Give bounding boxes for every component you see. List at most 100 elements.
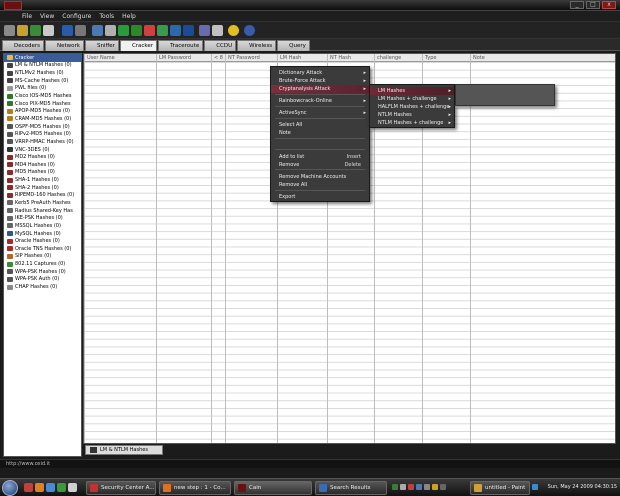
help-icon[interactable] <box>244 25 255 36</box>
open-icon[interactable] <box>4 25 15 36</box>
folder-icon[interactable] <box>17 25 28 36</box>
column-header[interactable]: LM Password <box>159 55 191 61</box>
tree-item[interactable]: WPA-PSK Auth (0) <box>4 276 81 284</box>
column-header[interactable]: Type <box>425 55 436 61</box>
menu-help[interactable]: Help <box>122 13 136 20</box>
tree-item[interactable]: CRAM-MD5 Hashes (0) <box>4 115 81 123</box>
quicklaunch-icon[interactable] <box>57 483 66 492</box>
tree-item[interactable]: VNC-3DES (0) <box>4 146 81 154</box>
tree-item[interactable]: MD4 Hashes (0) <box>4 161 81 169</box>
tab-sniffer[interactable]: Sniffer <box>84 40 119 51</box>
tree-item[interactable]: MSSQL Hashes (0) <box>4 222 81 230</box>
tree-item[interactable]: 802.11 Captures (0) <box>4 260 81 268</box>
tab-lm-ntlm-hashes[interactable]: LM & NTLM Hashes <box>85 445 163 455</box>
menu-configure[interactable]: Configure <box>62 13 91 20</box>
submenu-item[interactable]: LM Hashes + challenge ▸ <box>370 95 454 103</box>
cryptanalysis-icon[interactable] <box>183 25 194 36</box>
lightbulb-icon[interactable] <box>228 25 239 36</box>
cain-app-icon[interactable] <box>4 1 22 10</box>
tray-app-icon[interactable] <box>424 484 430 490</box>
tray-app-icon[interactable] <box>440 484 446 490</box>
tab-query[interactable]: Query <box>277 40 310 51</box>
column-header[interactable]: < 8 <box>214 55 223 61</box>
rainbow-icon[interactable] <box>144 25 155 36</box>
column-header[interactable]: Note <box>473 55 485 61</box>
tab-cracker[interactable]: Cracker <box>119 40 158 51</box>
close-button[interactable]: x <box>602 1 616 9</box>
delete-icon[interactable] <box>75 25 86 36</box>
tray-app-icon[interactable] <box>432 484 438 490</box>
submenu-item[interactable]: HALFLM Hashes + challenge ▸ <box>370 103 454 111</box>
hash-calculator-icon[interactable] <box>92 25 103 36</box>
tree-item[interactable]: WPA-PSK Hashes (0) <box>4 268 81 276</box>
quicklaunch-icon[interactable] <box>68 483 77 492</box>
tab-decoders[interactable]: Decoders <box>2 40 45 51</box>
tree-item[interactable]: Oracle Hashes (0) <box>4 237 81 245</box>
tree-item[interactable]: PWL files (0) <box>4 85 81 93</box>
column-header[interactable]: NT Hash <box>330 55 351 61</box>
menu-item[interactable]: Remove Machine Accounts <box>271 173 369 181</box>
user-icon[interactable] <box>105 25 116 36</box>
task-cain[interactable]: Cain <box>234 481 312 495</box>
tree-item[interactable]: MS-Cache Hashes (0) <box>4 77 81 85</box>
add-icon[interactable] <box>62 25 73 36</box>
tray-network-icon[interactable] <box>392 484 398 490</box>
column-header[interactable]: User Name <box>87 55 115 61</box>
tree-item[interactable]: Kerb5 PreAuth Hashes <box>4 199 81 207</box>
menu-tools[interactable]: Tools <box>99 13 114 20</box>
tab-traceroute[interactable]: Traceroute <box>158 40 204 51</box>
tree-item[interactable]: Cisco IOS-MD5 Hashes <box>4 92 81 100</box>
tree-root-cracker[interactable]: Cracker <box>4 54 81 62</box>
tray-volume-icon[interactable] <box>400 484 406 490</box>
registry-icon[interactable] <box>212 25 223 36</box>
column-header[interactable]: LM Hash <box>280 55 301 61</box>
column-header[interactable]: NT Password <box>228 55 260 61</box>
tree-item[interactable]: SIP Hashes (0) <box>4 253 81 261</box>
tree-item[interactable]: Cisco PIX-MD5 Hashes <box>4 100 81 108</box>
network-icon[interactable] <box>118 25 129 36</box>
quicklaunch-icon[interactable] <box>24 483 33 492</box>
submenu-item[interactable]: NTLM Hashes ▸ <box>370 111 454 119</box>
menu-item[interactable]: Note <box>271 129 369 137</box>
menu-view[interactable]: View <box>40 13 54 20</box>
tray-security-icon[interactable] <box>408 484 414 490</box>
submenu-item[interactable]: NTLM Hashes + challenge ▸ <box>370 119 454 127</box>
start-sniffer-icon[interactable] <box>30 25 41 36</box>
tree-item[interactable]: MD2 Hashes (0) <box>4 153 81 161</box>
tree-item[interactable]: RIPEMD-160 Hashes (0) <box>4 192 81 200</box>
minimize-button[interactable]: _ <box>570 1 584 9</box>
tree-item[interactable]: MySQL Hashes (0) <box>4 230 81 238</box>
tree-item[interactable]: RIPv2-MD5 Hashes (0) <box>4 130 81 138</box>
tray-app-icon[interactable] <box>532 484 538 490</box>
task-security-center[interactable]: Security Center A... <box>86 481 156 495</box>
menu-item[interactable]: Dictionary Attack ▸ <box>271 69 369 77</box>
maximize-button[interactable]: □ <box>586 1 600 9</box>
tree-item[interactable]: NTLMv2 Hashes (0) <box>4 69 81 77</box>
tab-network[interactable]: Network <box>45 40 84 51</box>
tree-item[interactable]: SHA-1 Hashes (0) <box>4 176 81 184</box>
menu-file[interactable]: File <box>22 13 32 20</box>
task-paint[interactable]: untitled - Paint <box>470 481 530 495</box>
tab-wireless[interactable]: Wireless <box>237 40 277 51</box>
menu-item[interactable]: Brute-Force Attack ▸ <box>271 77 369 85</box>
tree-item[interactable]: VRRP-HMAC Hashes (0) <box>4 138 81 146</box>
route-icon[interactable] <box>199 25 210 36</box>
menu-item[interactable]: Remove Delete <box>271 161 369 169</box>
column-header[interactable]: challenge <box>377 55 401 61</box>
tree-item[interactable]: OSPF-MD5 Hashes (0) <box>4 123 81 131</box>
menu-item[interactable]: Remove All <box>271 181 369 189</box>
quicklaunch-icon[interactable] <box>35 483 44 492</box>
task-new-step[interactable]: new step : 1 - Co... <box>159 481 231 495</box>
menu-item[interactable]: Export <box>271 193 369 201</box>
tray-app-icon[interactable] <box>416 484 422 490</box>
menu-item[interactable]: Add to list Insert <box>271 153 369 161</box>
tree-item[interactable]: CHAP Hashes (0) <box>4 283 81 291</box>
dictionary-icon[interactable] <box>157 25 168 36</box>
tab-ccdu[interactable]: CCDU <box>204 40 237 51</box>
status-url[interactable]: http://www.oxid.it <box>6 461 50 467</box>
menu-item[interactable]: Cryptanalysis Attack ▸ <box>271 85 369 93</box>
tools-icon[interactable] <box>131 25 142 36</box>
tree-item[interactable]: APOP-MD5 Hashes (0) <box>4 107 81 115</box>
task-search-results[interactable]: Search Results <box>315 481 387 495</box>
menu-item[interactable]: Rainbowcrack-Online ▸ <box>271 97 369 105</box>
